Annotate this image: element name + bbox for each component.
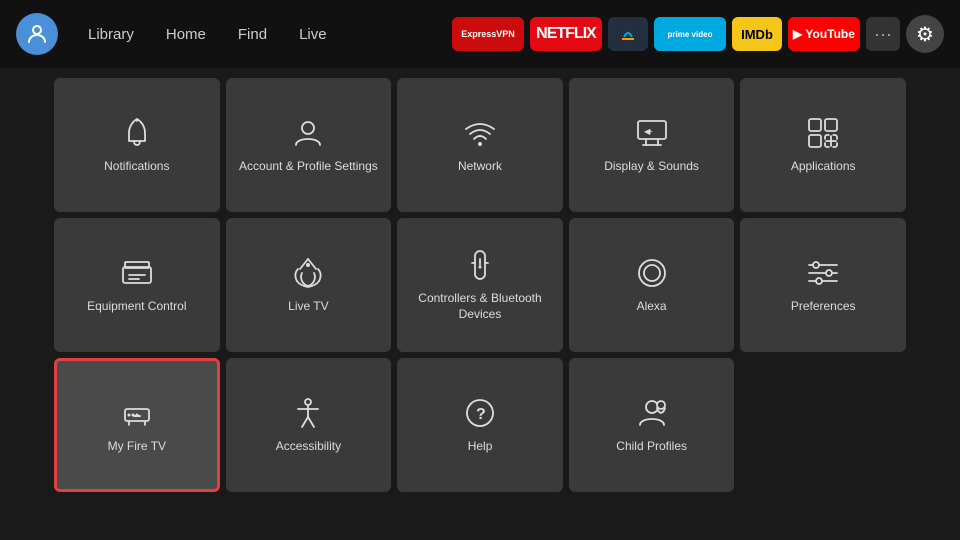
controllers-bluetooth-label: Controllers & Bluetooth Devices [403,291,557,322]
app-icons-bar: ExpressVPN NETFLIX prime video IMDb ▶ Yo… [452,15,944,53]
tile-equipment-control[interactable]: Equipment Control [54,218,220,352]
netflix-icon[interactable]: NETFLIX [530,17,602,51]
tile-child-profiles[interactable]: Child Profiles [569,358,735,492]
prime-video-icon[interactable]: prime video [654,17,726,51]
grid-row-2: Equipment Control Live TV Contr [54,218,906,352]
child-profiles-label: Child Profiles [616,439,687,455]
tile-account-profile[interactable]: Account & Profile Settings [226,78,392,212]
tile-live-tv[interactable]: Live TV [226,218,392,352]
tile-controllers-bluetooth[interactable]: Controllers & Bluetooth Devices [397,218,563,352]
network-label: Network [458,159,502,175]
tile-help[interactable]: ? Help [397,358,563,492]
svg-text:◀: ◀ [644,127,651,136]
tile-applications[interactable]: Applications [740,78,906,212]
notifications-label: Notifications [104,159,169,175]
grid-row-1: Notifications Account & Profile Settings… [54,78,906,212]
tile-my-fire-tv[interactable]: My Fire TV [54,358,220,492]
expressvpn-icon[interactable]: ExpressVPN [452,17,524,51]
applications-label: Applications [791,159,856,175]
youtube-icon[interactable]: ▶ YouTube [788,17,860,51]
imdb-icon[interactable]: IMDb [732,17,782,51]
live-tv-label: Live TV [288,299,328,315]
accessibility-label: Accessibility [276,439,341,455]
account-profile-label: Account & Profile Settings [239,159,378,175]
tile-accessibility[interactable]: Accessibility [226,358,392,492]
grid-row-3: My Fire TV Accessibility ? Help [54,358,906,492]
top-navigation: Library Home Find Live ExpressVPN NETFLI… [0,0,960,68]
user-avatar[interactable] [16,13,58,55]
tile-notifications[interactable]: Notifications [54,78,220,212]
tile-network[interactable]: Network [397,78,563,212]
settings-button[interactable]: ⚙ [906,15,944,53]
nav-find[interactable]: Find [224,20,281,49]
amazon-music-icon[interactable] [608,17,648,51]
svg-text:?: ? [476,406,486,423]
more-apps-button[interactable]: ··· [866,17,900,51]
tile-display-sounds[interactable]: + ◀ Display & Sounds [569,78,735,212]
nav-library[interactable]: Library [74,20,148,49]
display-sounds-label: Display & Sounds [604,159,699,175]
tile-alexa[interactable]: Alexa [569,218,735,352]
nav-live[interactable]: Live [285,20,341,49]
help-label: Help [468,439,493,455]
preferences-label: Preferences [791,299,856,315]
empty-space [740,358,906,492]
settings-grid: Notifications Account & Profile Settings… [0,68,960,502]
tile-preferences[interactable]: Preferences [740,218,906,352]
nav-links: Library Home Find Live [74,20,341,49]
alexa-label: Alexa [637,299,667,315]
my-fire-tv-label: My Fire TV [108,439,166,455]
nav-home[interactable]: Home [152,20,220,49]
equipment-control-label: Equipment Control [87,299,186,315]
